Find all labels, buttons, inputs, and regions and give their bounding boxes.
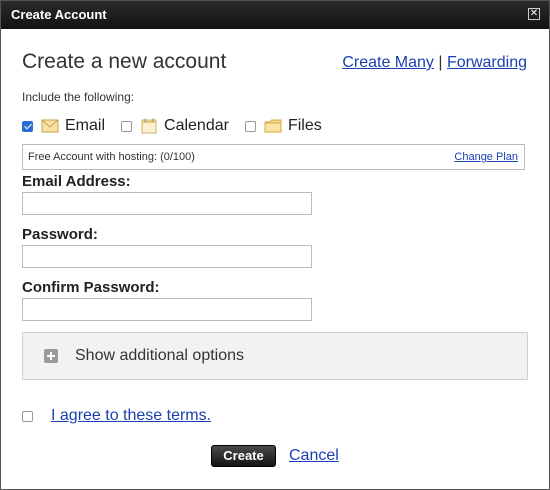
email-field[interactable] xyxy=(22,192,312,215)
option-email[interactable]: Email xyxy=(22,117,105,135)
confirm-password-field[interactable] xyxy=(22,298,312,321)
create-many-link[interactable]: Create Many xyxy=(342,54,434,71)
link-separator: | xyxy=(438,54,443,71)
option-calendar[interactable]: Calendar xyxy=(121,117,229,135)
plan-text: Free Account with hosting: (0/100) xyxy=(28,151,195,163)
close-icon: ✕ xyxy=(529,8,539,19)
change-plan-link[interactable]: Change Plan xyxy=(454,151,518,163)
additional-options-label: Show additional options xyxy=(75,347,245,364)
terms-checkbox[interactable] xyxy=(22,410,33,422)
folder-icon xyxy=(264,119,282,133)
create-button[interactable]: Create xyxy=(211,445,276,467)
cancel-link[interactable]: Cancel xyxy=(289,447,339,465)
create-account-dialog: Create Account ✕ Create a new account Cr… xyxy=(0,0,550,490)
envelope-icon xyxy=(41,119,59,133)
close-button[interactable]: ✕ xyxy=(528,8,540,20)
confirm-password-label: Confirm Password: xyxy=(22,279,160,296)
password-label: Password: xyxy=(22,226,98,243)
password-field[interactable] xyxy=(22,245,312,268)
dialog-title: Create Account xyxy=(11,7,107,22)
terms-row: I agree to these terms. xyxy=(22,407,211,425)
email-option-label: Email xyxy=(65,117,106,134)
include-label: Include the following: xyxy=(22,90,135,104)
forwarding-link[interactable]: Forwarding xyxy=(447,54,527,71)
page-title: Create a new account xyxy=(22,50,227,73)
include-options: Email Calendar Files xyxy=(22,114,338,138)
calendar-checkbox[interactable] xyxy=(121,120,133,132)
plus-icon xyxy=(44,349,58,363)
additional-options-toggle[interactable]: Show additional options xyxy=(22,332,528,380)
terms-link[interactable]: I agree to these terms. xyxy=(51,407,211,425)
plan-info-box: Free Account with hosting: (0/100) Chang… xyxy=(22,144,525,170)
top-links: Create Many | Forwarding xyxy=(342,54,527,72)
calendar-icon xyxy=(141,118,157,134)
option-files[interactable]: Files xyxy=(244,117,322,135)
email-label: Email Address: xyxy=(22,173,131,190)
email-checkbox[interactable] xyxy=(22,120,33,132)
files-checkbox[interactable] xyxy=(244,120,256,132)
files-option-label: Files xyxy=(287,117,322,134)
calendar-option-label: Calendar xyxy=(164,117,229,134)
dialog-titlebar: Create Account ✕ xyxy=(1,1,549,29)
